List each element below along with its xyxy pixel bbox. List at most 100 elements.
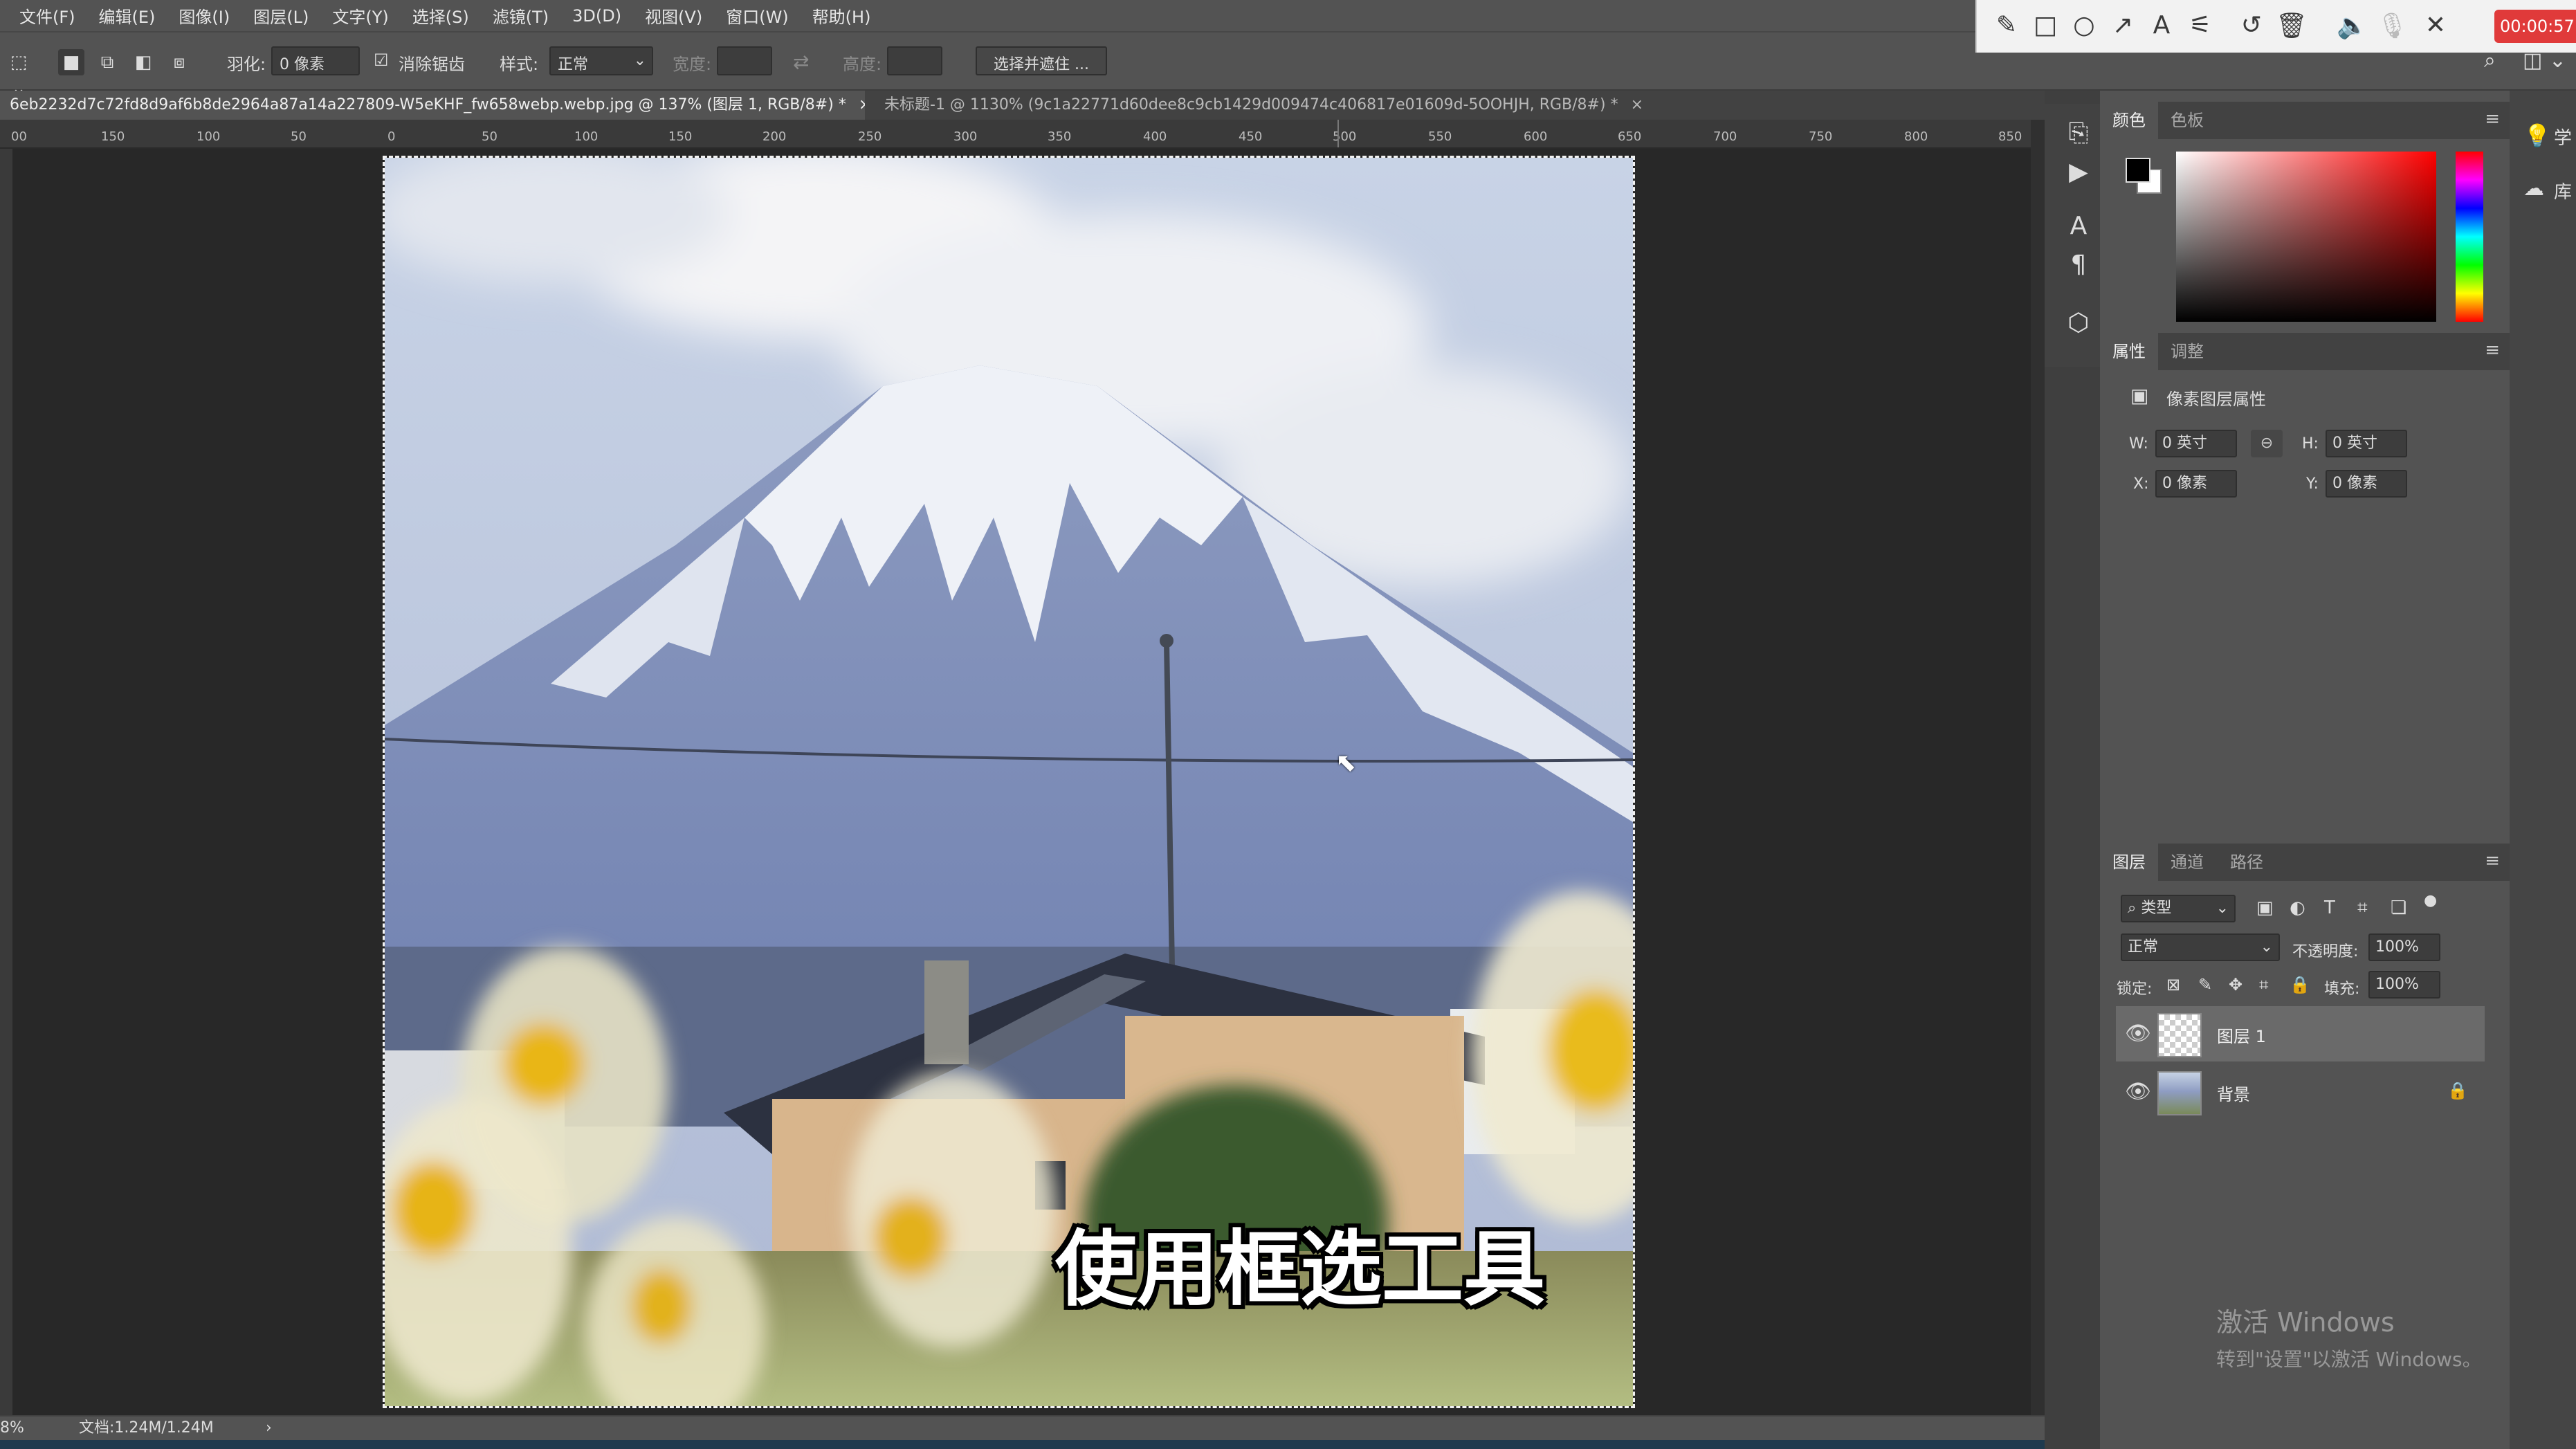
select-and-mask-button[interactable]: 选择并遮住 ...	[976, 46, 1107, 75]
layer-row-layer1[interactable]: 👁 图层 1	[2116, 1006, 2485, 1061]
lock-move-icon[interactable]: ✥	[2229, 975, 2242, 994]
h-input[interactable]: 0 英寸	[2326, 430, 2407, 457]
menu-edit[interactable]: 编辑(E)	[98, 1, 157, 30]
add-selection-icon[interactable]: ⧉	[94, 49, 120, 75]
filter-image-icon[interactable]: ▣	[2256, 897, 2274, 918]
close-icon[interactable]: ×	[859, 96, 865, 113]
visibility-eye-icon[interactable]: 👁	[2125, 1021, 2151, 1046]
properties-title: 像素图层属性	[2166, 390, 2266, 409]
panel-menu-icon[interactable]: ≡	[2485, 340, 2500, 361]
panel-menu-icon[interactable]: ≡	[2485, 109, 2500, 129]
tab-swatches[interactable]: 色板	[2158, 102, 2216, 139]
filter-type-icon[interactable]: T	[2324, 897, 2335, 918]
mic-icon[interactable]: 🎙	[2377, 11, 2409, 40]
paragraph-icon[interactable]: ¶	[2065, 250, 2092, 279]
subtract-selection-icon[interactable]: ◧	[130, 49, 156, 75]
libraries-icon[interactable]: ☁	[2523, 176, 2544, 201]
menu-help[interactable]: 帮助(H)	[811, 1, 873, 30]
tab-document-2[interactable]: 未标题-1 @ 1130% (9c1a22771d60dee8c9cb1429d…	[875, 91, 1656, 120]
tab-document-1[interactable]: 6eb2232d7c72fd8d9af6b8de2964a87a14a22780…	[0, 91, 865, 120]
tab-paths[interactable]: 路径	[2218, 844, 2276, 881]
lock-transparent-icon[interactable]: ⊠	[2166, 975, 2180, 994]
tab-color[interactable]: 颜色	[2100, 102, 2158, 139]
ruler-tick: 200	[762, 129, 787, 144]
ruler-tick: 150	[101, 129, 125, 144]
chevron-down-icon: ⌄	[2216, 900, 2229, 917]
zoom-level[interactable]: 8%	[0, 1416, 24, 1440]
layer-row-background[interactable]: 👁 背景 🔒	[2116, 1064, 2485, 1120]
marquee-tool-preset-icon[interactable]: ⬚ ⌄	[0, 49, 37, 99]
layer-filter-select[interactable]: ⌕ 类型 ⌄	[2121, 895, 2236, 922]
learn-label[interactable]: 学	[2554, 124, 2572, 149]
tab-layers[interactable]: 图层	[2100, 844, 2158, 881]
panel-menu-icon[interactable]: ≡	[2485, 850, 2500, 871]
learn-icon[interactable]: 💡	[2523, 122, 2551, 149]
fill-label: 填充:	[2324, 981, 2360, 998]
menu-layer[interactable]: 图层(L)	[252, 1, 310, 30]
new-selection-icon[interactable]: ■	[58, 49, 84, 75]
menu-file[interactable]: 文件(F)	[18, 1, 77, 30]
speaker-icon[interactable]: 🔈	[2337, 11, 2368, 40]
layer-name[interactable]: 图层 1	[2217, 1023, 2266, 1047]
lock-artboard-icon[interactable]: ⌗	[2259, 975, 2269, 994]
lock-paint-icon[interactable]: ✎	[2198, 975, 2212, 994]
filter-adjustment-icon[interactable]: ◐	[2290, 897, 2305, 918]
status-arrow[interactable]: ›	[266, 1416, 272, 1440]
lock-all-icon[interactable]: 🔒	[2290, 975, 2310, 994]
vertical-scrollbar[interactable]	[2031, 120, 2045, 1415]
blend-mode-select[interactable]: 正常 ⌄	[2121, 933, 2280, 961]
actions-play-icon[interactable]: ▶	[2065, 158, 2092, 186]
magic-wand-icon[interactable]: ⚟	[2186, 11, 2215, 39]
layer-name[interactable]: 背景	[2217, 1081, 2250, 1105]
ruler-tick: 50	[482, 129, 497, 144]
tab-adjustments[interactable]: 调整	[2158, 333, 2216, 370]
visibility-eye-icon[interactable]: 👁	[2125, 1079, 2151, 1104]
link-icon[interactable]: ⊖	[2251, 430, 2283, 457]
hue-slider[interactable]	[2456, 152, 2483, 322]
square-icon[interactable]: □	[2031, 11, 2060, 39]
menu-window[interactable]: 窗口(W)	[724, 1, 789, 30]
close-icon[interactable]: ×	[1631, 96, 1643, 113]
3d-cube-icon[interactable]: ⬡	[2065, 309, 2092, 337]
arrow-icon[interactable]: ↗	[2108, 11, 2137, 39]
w-input[interactable]: 0 英寸	[2155, 430, 2237, 457]
menu-image[interactable]: 图像(I)	[177, 1, 231, 30]
width-input[interactable]	[717, 46, 772, 75]
close-icon[interactable]: ✕	[2421, 11, 2450, 39]
menu-type[interactable]: 文字(Y)	[331, 1, 390, 30]
menu-3d[interactable]: 3D(D)	[571, 3, 623, 28]
filter-smart-object-icon[interactable]: ❏	[2391, 897, 2406, 918]
libraries-label[interactable]: 库	[2554, 178, 2572, 203]
trash-icon[interactable]: 🗑	[2276, 11, 2308, 40]
x-input[interactable]: 0 像素	[2155, 470, 2237, 498]
intersect-selection-icon[interactable]: ⧈	[166, 49, 192, 75]
properties-panel-header: 属性 调整 ≡	[2100, 333, 2510, 370]
filter-shape-icon[interactable]: ⌗	[2357, 897, 2368, 919]
circle-icon[interactable]: ○	[2070, 11, 2099, 39]
tab-properties[interactable]: 属性	[2100, 333, 2158, 370]
layer-thumbnail	[2157, 1013, 2202, 1057]
swap-dimensions-icon[interactable]: ⇄	[793, 51, 809, 73]
recording-timer: 00:00:57	[2494, 10, 2576, 43]
y-input[interactable]: 0 像素	[2326, 470, 2407, 498]
height-input[interactable]	[887, 46, 942, 75]
pencil-icon[interactable]: ✎	[1992, 11, 2021, 39]
feather-input[interactable]: 0 像素	[271, 46, 360, 75]
style-select[interactable]: 正常 ⌄	[549, 46, 653, 75]
tab-channels[interactable]: 通道	[2158, 844, 2216, 881]
fill-input[interactable]: 100%	[2368, 971, 2440, 999]
right-collapsed-panels: 💡 学 ☁ 库	[2510, 91, 2576, 1449]
status-bar: 8% 文档:1.24M/1.24M ›	[0, 1415, 2045, 1440]
opacity-input[interactable]: 100%	[2368, 933, 2440, 961]
layer-filter-value: 类型	[2141, 900, 2172, 917]
text-icon[interactable]: A	[2147, 11, 2176, 39]
undo-icon[interactable]: ↺	[2237, 11, 2266, 39]
character-icon[interactable]: A	[2065, 212, 2092, 240]
color-field[interactable]	[2176, 152, 2436, 322]
menu-filter[interactable]: 滤镜(T)	[491, 1, 550, 30]
menu-select[interactable]: 选择(S)	[411, 1, 471, 30]
menu-view[interactable]: 视图(V)	[643, 1, 704, 30]
antialias-checkbox[interactable]: ☑	[374, 51, 389, 70]
history-icon[interactable]: ⎘	[2065, 119, 2092, 148]
filter-toggle-icon[interactable]: ●	[2424, 892, 2437, 909]
